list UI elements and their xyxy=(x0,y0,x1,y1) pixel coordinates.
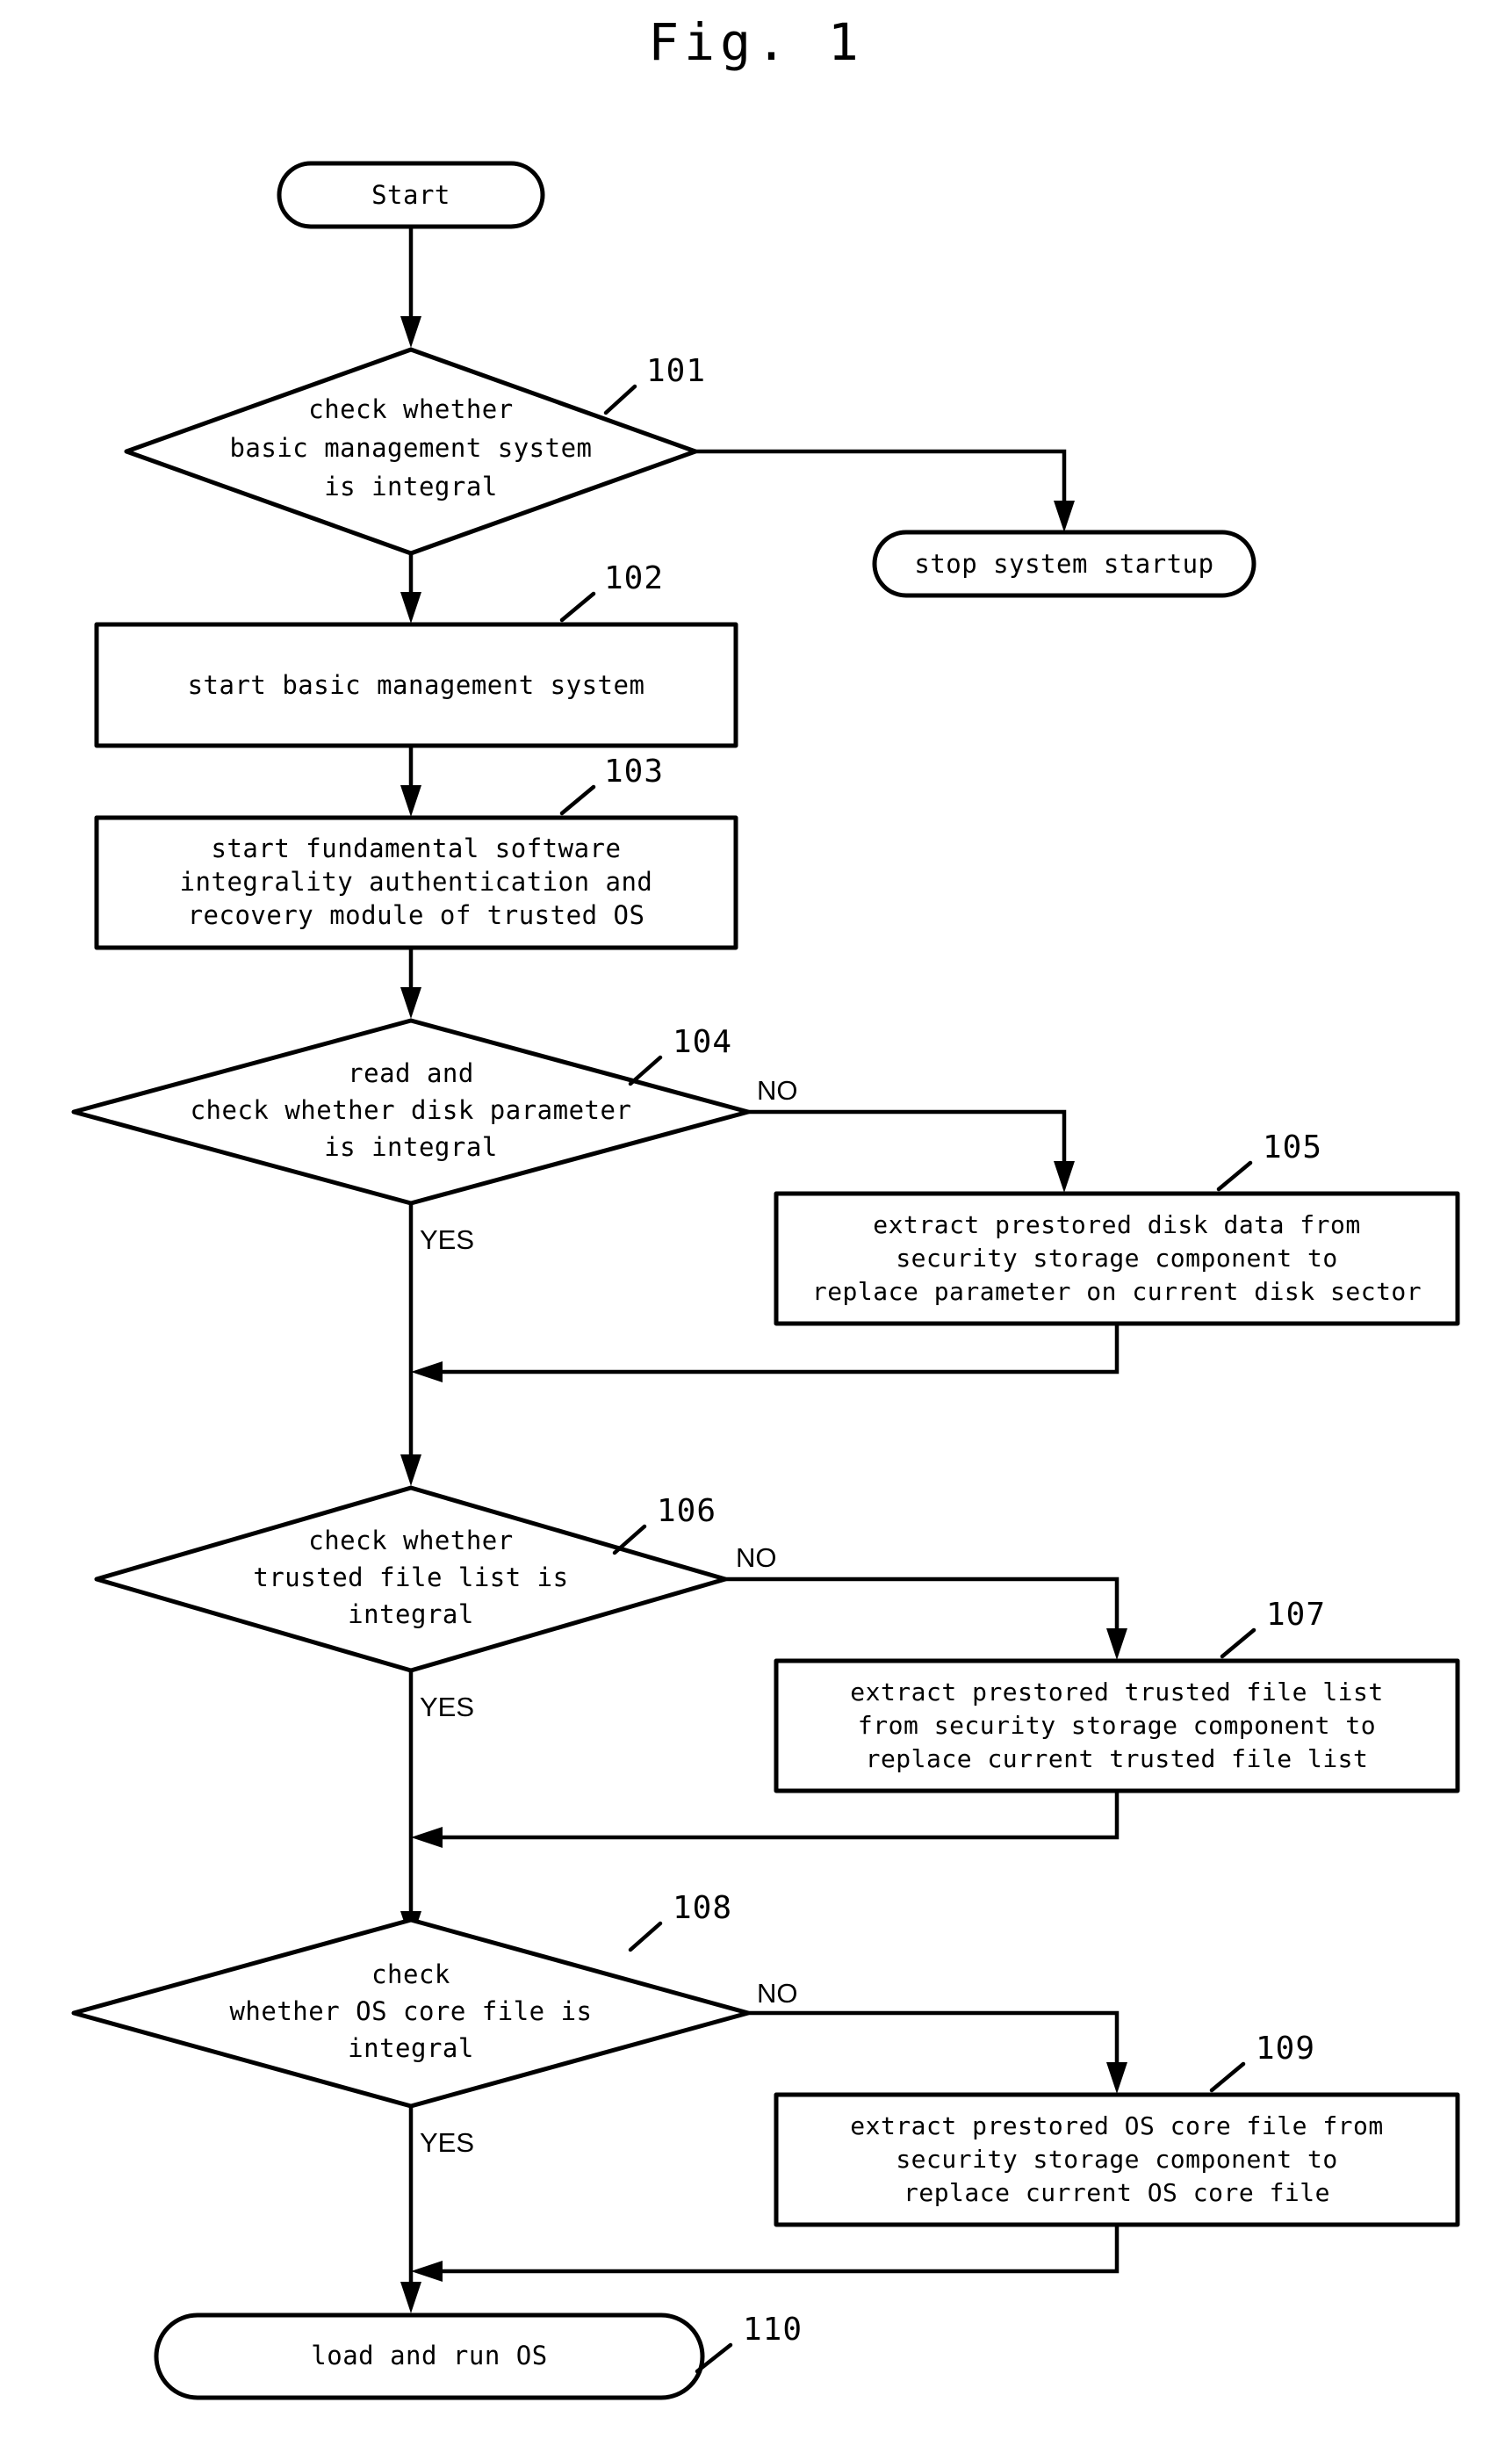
node-start: Start xyxy=(277,161,545,229)
process-103-line3: recovery module of trusted OS xyxy=(188,900,645,930)
arrowhead xyxy=(400,316,421,348)
ref-107: 107 xyxy=(1266,1597,1326,1633)
process-109-line3: replace current OS core file xyxy=(904,2178,1330,2207)
connector-102-to-103 xyxy=(400,746,421,817)
decision-104-line2: check whether disk parameter xyxy=(191,1095,632,1125)
connector-104-no-to-105 xyxy=(748,1109,1075,1193)
node-108: check whether OS core file is integral 1… xyxy=(71,1890,798,2109)
stop-label: stop system startup xyxy=(914,549,1213,579)
arrowhead xyxy=(411,1361,443,1382)
connector-109-merge xyxy=(411,2225,1120,2282)
connector-107-merge xyxy=(411,1791,1120,1848)
connector-106-no-to-107 xyxy=(725,1577,1127,1660)
process-107-line1: extract prestored trusted file list xyxy=(850,1678,1384,1706)
connector-105-merge xyxy=(411,1324,1120,1382)
decision-108-line2: whether OS core file is xyxy=(229,1996,592,2026)
decision-101-line3: is integral xyxy=(324,472,498,501)
arrowhead xyxy=(400,1454,421,1486)
ref-108: 108 xyxy=(673,1890,732,1926)
decision-108-line1: check xyxy=(371,1959,450,1989)
decision-106-line1: check whether xyxy=(308,1526,513,1555)
node-105: extract prestored disk data from securit… xyxy=(774,1129,1460,1326)
arrowhead xyxy=(411,2261,443,2282)
branch-label-no-104: NO xyxy=(757,1075,798,1106)
connector-106-yes: YES xyxy=(400,1670,474,1943)
node-104: read and check whether disk parameter is… xyxy=(71,1018,798,1206)
arrowhead xyxy=(1054,1161,1075,1193)
ref-109: 109 xyxy=(1256,2031,1315,2067)
figure-page: Fig. 1 Start check whether basic managem… xyxy=(0,0,1512,2446)
decision-101-line2: basic management system xyxy=(229,433,592,463)
ref-101: 101 xyxy=(646,353,706,389)
process-109-line1: extract prestored OS core file from xyxy=(850,2111,1384,2140)
process-103-line1: start fundamental software xyxy=(212,833,622,863)
node-103: start fundamental software integrality a… xyxy=(94,754,738,950)
decision-106-line3: integral xyxy=(348,1599,474,1629)
connector-108-no-to-109 xyxy=(748,2010,1127,2094)
branch-label-no-108: NO xyxy=(757,1978,798,2009)
terminator-110-label: load and run OS xyxy=(311,2341,547,2370)
process-103-line2: integrality authentication and xyxy=(180,867,653,897)
arrowhead xyxy=(1054,501,1075,532)
branch-label-yes-106: YES xyxy=(420,1692,474,1722)
arrowhead xyxy=(1106,2062,1127,2094)
branch-label-yes-108: YES xyxy=(420,2127,474,2158)
ref-106: 106 xyxy=(657,1493,716,1529)
node-102: start basic management system 102 xyxy=(94,560,738,748)
node-110: load and run OS 110 xyxy=(154,2312,803,2400)
arrowhead xyxy=(400,592,421,624)
arrowhead xyxy=(400,987,421,1019)
flowchart-canvas: Start check whether basic management sys… xyxy=(71,161,1460,2400)
decision-104-line1: read and xyxy=(348,1058,474,1088)
connector-101-to-stop xyxy=(695,449,1075,532)
node-101: check whether basic management system is… xyxy=(124,347,706,556)
node-stop-system-startup: stop system startup xyxy=(872,530,1256,598)
branch-label-no-106: NO xyxy=(736,1542,777,1573)
arrowhead xyxy=(1106,1628,1127,1660)
branch-label-yes-104: YES xyxy=(420,1224,474,1255)
decision-108-line3: integral xyxy=(348,2033,474,2063)
process-105-line1: extract prestored disk data from xyxy=(873,1210,1360,1239)
ref-104: 104 xyxy=(673,1024,732,1060)
node-106: check whether trusted file list is integ… xyxy=(94,1485,777,1673)
connector-103-to-104 xyxy=(400,948,421,1019)
decision-101-line1: check whether xyxy=(308,394,513,424)
ref-110: 110 xyxy=(743,2312,803,2348)
arrowhead xyxy=(400,2282,421,2313)
connector-104-yes: YES xyxy=(400,1203,474,1486)
arrowhead xyxy=(400,785,421,817)
start-label: Start xyxy=(371,180,450,210)
ref-102: 102 xyxy=(604,560,664,596)
process-105-line2: security storage component to xyxy=(896,1244,1337,1273)
decision-104-line3: is integral xyxy=(324,1132,498,1162)
process-107-line3: replace current trusted file list xyxy=(866,1744,1369,1773)
arrowhead xyxy=(411,1827,443,1848)
connector-108-yes: YES xyxy=(400,2106,474,2313)
process-109-line2: security storage component to xyxy=(896,2145,1337,2174)
ref-103: 103 xyxy=(604,754,664,790)
connector-101-to-102 xyxy=(400,553,421,624)
decision-106-line2: trusted file list is xyxy=(253,1562,568,1592)
ref-105: 105 xyxy=(1263,1129,1322,1165)
connector-start-to-101 xyxy=(400,227,421,348)
process-105-line3: replace parameter on current disk sector xyxy=(812,1277,1422,1306)
process-102-line1: start basic management system xyxy=(188,670,645,700)
process-107-line2: from security storage component to xyxy=(858,1711,1376,1740)
